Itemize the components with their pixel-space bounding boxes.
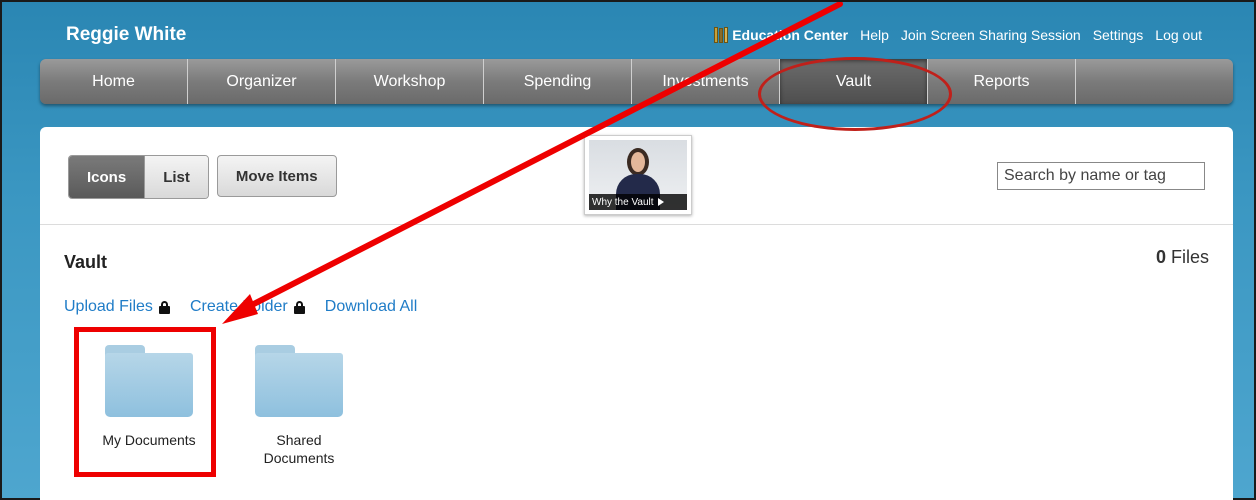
screen-share-link[interactable]: Join Screen Sharing Session [901, 27, 1081, 43]
divider [40, 224, 1233, 225]
tab-home[interactable]: Home [40, 59, 188, 104]
help-link[interactable]: Help [860, 27, 889, 43]
folder-shared-documents[interactable]: Shared Documents [234, 345, 364, 467]
folder-icon [105, 345, 193, 417]
top-links: Education Center Help Join Screen Sharin… [714, 27, 1202, 43]
tab-reports[interactable]: Reports [928, 59, 1076, 104]
search-input[interactable] [997, 162, 1205, 190]
icons-view-button[interactable]: Icons [69, 156, 145, 198]
move-items-button[interactable]: Move Items [216, 155, 337, 197]
education-center-label: Education Center [732, 27, 849, 43]
video-caption: Why the Vault [589, 194, 687, 210]
tab-organizer[interactable]: Organizer [188, 59, 336, 104]
download-all-link[interactable]: Download All [325, 298, 418, 316]
presenter-face [631, 152, 645, 172]
nav-filler [1076, 59, 1233, 104]
create-folder-link[interactable]: Create Folder [190, 298, 305, 316]
books-icon [714, 27, 729, 43]
folder-label: Shared Documents [263, 432, 335, 466]
main-nav: Home Organizer Workshop Spending Investm… [40, 59, 1233, 104]
play-icon [657, 198, 664, 206]
files-count-label: Files [1170, 247, 1209, 267]
upload-files-label: Upload Files [64, 298, 153, 315]
video-caption-text: Why the Vault [592, 196, 654, 208]
folder-label: My Documents [102, 432, 196, 448]
lock-icon [158, 300, 170, 314]
tab-investments[interactable]: Investments [632, 59, 780, 104]
files-count-number: 0 [1155, 247, 1166, 267]
vault-title: Vault [64, 252, 108, 272]
upload-files-link[interactable]: Upload Files [64, 298, 170, 316]
create-folder-label: Create Folder [189, 298, 288, 315]
lock-icon [293, 300, 305, 314]
vault-actions: Upload Files Create Folder Download All [64, 298, 417, 316]
tab-spending[interactable]: Spending [484, 59, 632, 104]
why-vault-video[interactable]: Why the Vault [584, 135, 692, 215]
video-preview: Why the Vault [589, 140, 687, 210]
folder-my-documents[interactable]: My Documents [84, 345, 214, 449]
settings-link[interactable]: Settings [1093, 27, 1144, 43]
list-view-button[interactable]: List [144, 156, 208, 198]
view-toggle: Icons List [68, 155, 209, 199]
files-count: 0 Files [1156, 247, 1209, 268]
logout-link[interactable]: Log out [1155, 27, 1202, 43]
tab-workshop[interactable]: Workshop [336, 59, 484, 104]
user-name: Reggie White [66, 24, 187, 45]
vault-panel: Icons List Move Items Why the Vault Vaul… [40, 127, 1233, 500]
tab-vault[interactable]: Vault [780, 59, 928, 104]
education-center-link[interactable]: Education Center [714, 27, 848, 43]
folder-icon [255, 345, 343, 417]
toolbar: Icons List Move Items [68, 155, 337, 199]
